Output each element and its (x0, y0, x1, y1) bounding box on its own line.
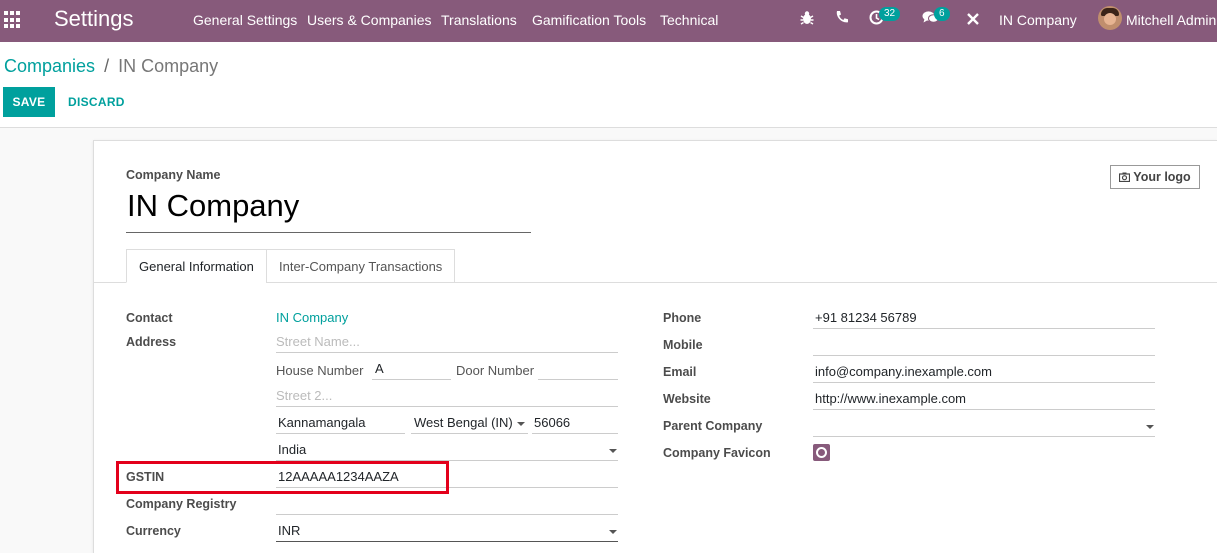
company-registry-input[interactable] (276, 494, 618, 515)
save-button[interactable]: SAVE (3, 87, 55, 117)
door-number-label: Door Number (456, 363, 535, 378)
company-favicon-image[interactable] (813, 444, 830, 461)
tab-inter-company-transactions[interactable]: Inter-Company Transactions (266, 249, 456, 283)
website-input[interactable]: http://www.inexample.com (813, 389, 1155, 410)
company-name-label: Company Name (126, 168, 221, 182)
mobile-label: Mobile (663, 338, 703, 352)
breadcrumb-separator: / (104, 56, 110, 76)
parent-company-label: Parent Company (663, 419, 763, 433)
country-select[interactable]: India (276, 440, 618, 461)
company-name-underline (126, 232, 531, 233)
phone-label: Phone (663, 311, 702, 325)
parent-company-select[interactable] (813, 416, 1155, 437)
street-input[interactable]: Street Name... (276, 332, 618, 353)
apps-menu-icon[interactable] (4, 11, 22, 29)
city-input[interactable]: Kannamangala (276, 413, 405, 434)
tab-general-information[interactable]: General Information (126, 249, 267, 283)
your-logo-button[interactable]: Your logo (1110, 165, 1200, 189)
user-menu[interactable]: Mitchell Admin (1126, 12, 1216, 28)
contact-link[interactable]: IN Company (276, 308, 618, 329)
house-number-input[interactable]: A (372, 359, 451, 380)
state-dropdown-icon[interactable] (517, 422, 525, 426)
top-navbar: Settings General Settings Users & Compan… (0, 0, 1217, 42)
email-input[interactable]: info@company.inexample.com (813, 362, 1155, 383)
messages-count-badge: 6 (934, 7, 950, 21)
tools-cross-icon[interactable] (966, 12, 980, 29)
mobile-input[interactable] (813, 335, 1155, 356)
company-name-input[interactable]: IN Company (127, 188, 299, 224)
contact-label: Contact (126, 311, 173, 325)
state-select[interactable]: West Bengal (IN) (411, 413, 528, 434)
breadcrumb-current: IN Company (118, 56, 219, 76)
street2-input[interactable]: Street 2... (276, 386, 618, 407)
camera-icon (1119, 172, 1131, 183)
website-label: Website (663, 392, 711, 406)
menu-gamification-tools[interactable]: Gamification Tools (532, 12, 646, 28)
breadcrumb: Companies / IN Company (4, 56, 218, 77)
phone-input[interactable]: +91 81234 56789 (813, 308, 1155, 329)
menu-general-settings[interactable]: General Settings (193, 12, 297, 28)
door-number-input[interactable] (538, 359, 618, 380)
breadcrumb-companies-link[interactable]: Companies (4, 56, 95, 76)
menu-technical[interactable]: Technical (660, 12, 718, 28)
debug-bug-icon[interactable] (800, 10, 814, 29)
currency-select[interactable]: INR (276, 521, 618, 542)
phone-icon[interactable] (835, 10, 848, 27)
house-number-label: House Number (276, 363, 364, 378)
email-label: Email (663, 365, 697, 379)
discard-button[interactable]: DISCARD (68, 95, 125, 109)
app-title: Settings (54, 6, 134, 31)
company-favicon-label: Company Favicon (663, 446, 771, 460)
company-registry-label: Company Registry (126, 497, 237, 511)
gstin-highlight-box (116, 461, 449, 494)
company-switcher[interactable]: IN Company (999, 12, 1077, 28)
menu-users-companies[interactable]: Users & Companies (307, 12, 432, 28)
country-dropdown-icon[interactable] (609, 449, 617, 453)
parent-company-dropdown-icon[interactable] (1146, 425, 1154, 429)
menu-translations[interactable]: Translations (441, 12, 517, 28)
your-logo-label: Your logo (1133, 170, 1191, 184)
address-label: Address (126, 335, 177, 349)
zip-input[interactable]: 56066 (532, 413, 618, 434)
currency-label: Currency (126, 524, 181, 538)
activity-count-badge: 32 (879, 7, 901, 21)
user-avatar[interactable] (1098, 6, 1122, 30)
currency-dropdown-icon[interactable] (609, 530, 617, 534)
